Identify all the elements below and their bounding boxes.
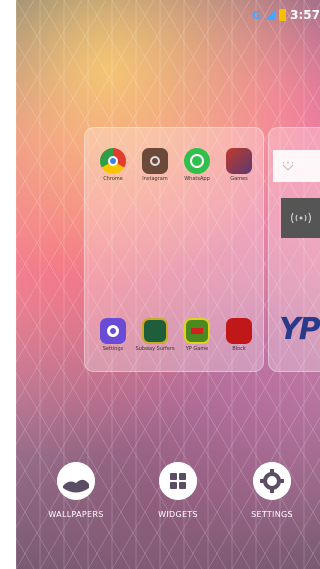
status-time: 3:57 (290, 8, 320, 22)
gear-icon (253, 462, 291, 500)
search-widget[interactable] (273, 150, 320, 182)
instagram-icon (142, 148, 168, 174)
heart-icon (283, 162, 293, 170)
wireless-widget[interactable] (281, 198, 320, 238)
app-block[interactable]: Block (217, 318, 261, 352)
app-label: Block (232, 346, 246, 352)
app-instagram[interactable]: Instagram (133, 148, 177, 182)
app-chrome[interactable]: Chrome (91, 148, 135, 182)
wallpapers-icon (57, 462, 95, 500)
settings-label: SETTINGS (251, 510, 293, 519)
widgets-icon (159, 462, 197, 500)
status-bar: G 3:57 (252, 6, 320, 24)
app-label: Settings (102, 346, 124, 352)
settings-button[interactable]: SETTINGS (232, 462, 312, 519)
home-page-preview-2[interactable]: YP (268, 127, 320, 372)
yp-icon (184, 318, 210, 344)
home-editor-screen: G 3:57 Chrome Instagram WhatsApp Games S… (16, 0, 320, 569)
signal-icon (265, 10, 276, 20)
app-subway[interactable]: Subway Surfers (133, 318, 177, 352)
app-label: YP Game (185, 346, 209, 352)
network-icon: G (252, 8, 262, 22)
subway-icon (142, 318, 168, 344)
whatsapp-icon (184, 148, 210, 174)
widgets-button[interactable]: WIDGETS (138, 462, 218, 519)
settings-icon (100, 318, 126, 344)
home-page-preview-1[interactable]: Chrome Instagram WhatsApp Games Settings (84, 127, 264, 372)
app-label: Instagram (142, 176, 168, 182)
wireless-icon (291, 212, 311, 224)
app-label: Subway Surfers (135, 346, 175, 352)
app-label: Games (230, 176, 248, 182)
app-yp[interactable]: YP Game (175, 318, 219, 352)
app-label: Chrome (103, 176, 123, 182)
battery-icon (279, 9, 287, 21)
page2-logo-text: YP (279, 312, 320, 347)
app-whatsapp[interactable]: WhatsApp (175, 148, 219, 182)
app-games[interactable]: Games (217, 148, 261, 182)
wallpapers-button[interactable]: WALLPAPERS (36, 462, 116, 519)
widgets-label: WIDGETS (158, 510, 198, 519)
wallpapers-label: WALLPAPERS (48, 510, 104, 519)
game-icon (226, 148, 252, 174)
block-icon (226, 318, 252, 344)
app-label: WhatsApp (184, 176, 210, 182)
app-settings[interactable]: Settings (91, 318, 135, 352)
chrome-icon (100, 148, 126, 174)
